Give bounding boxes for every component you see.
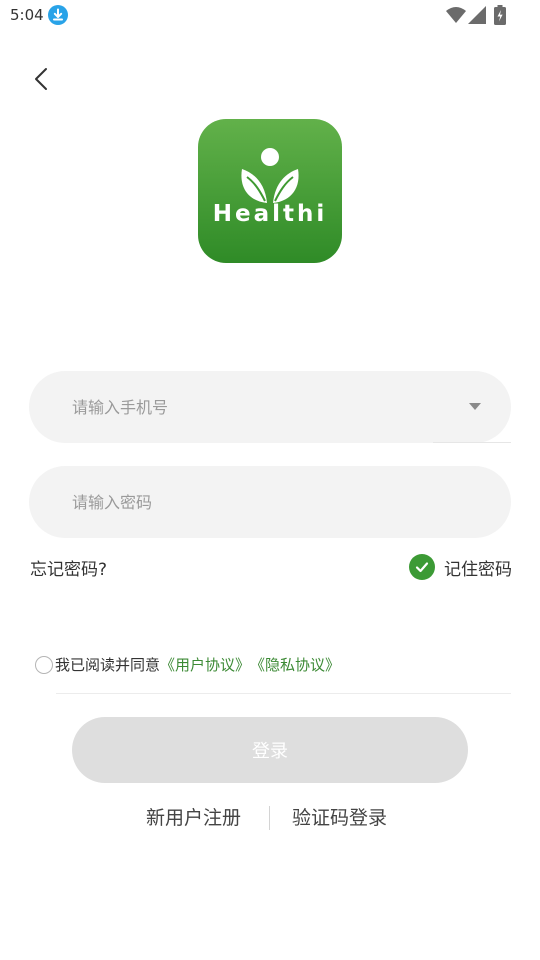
divider [56, 693, 511, 694]
divider [433, 442, 511, 443]
back-button[interactable] [26, 64, 56, 94]
battery-icon [494, 5, 506, 25]
remember-password-toggle[interactable]: 记住密码 [409, 554, 512, 580]
sms-login-link[interactable]: 验证码登录 [292, 803, 387, 830]
logo-text: Healthi [212, 201, 328, 227]
agreement-row: 我已阅读并同意 《用户协议》 《隐私协议》 [35, 654, 340, 675]
bottom-links: 新用户注册 验证码登录 [0, 803, 540, 831]
app-logo: Healthi [198, 119, 342, 263]
status-time: 5:04 [10, 6, 44, 24]
privacy-policy-link[interactable]: 《隐私协议》 [250, 654, 340, 675]
signal-icon [468, 6, 486, 24]
wifi-icon [446, 7, 466, 23]
agreement-radio[interactable] [35, 655, 53, 674]
password-input[interactable] [72, 466, 462, 538]
checkmark-icon[interactable] [409, 554, 435, 580]
phone-field [29, 371, 511, 443]
status-bar: 5:04 [0, 0, 540, 32]
remember-password-label: 记住密码 [444, 559, 512, 580]
user-agreement-link[interactable]: 《用户协议》 [160, 654, 250, 675]
agreement-text: 我已阅读并同意 [55, 656, 161, 674]
forgot-password-link[interactable]: 忘记密码? [30, 555, 107, 580]
download-icon [48, 5, 68, 25]
status-icons [446, 5, 510, 25]
person-leaves-icon [241, 148, 299, 203]
password-field [29, 466, 511, 538]
link-separator [269, 806, 270, 830]
phone-input[interactable] [72, 371, 462, 443]
register-link[interactable]: 新用户注册 [146, 803, 241, 830]
login-button[interactable]: 登录 [72, 717, 468, 783]
caret-down-icon[interactable] [469, 403, 481, 410]
chevron-left-icon [35, 68, 47, 90]
login-page: 5:04 Healthi 请输入手机号 忘记密码? 记住密码 我已阅读并同意 《… [0, 0, 540, 960]
